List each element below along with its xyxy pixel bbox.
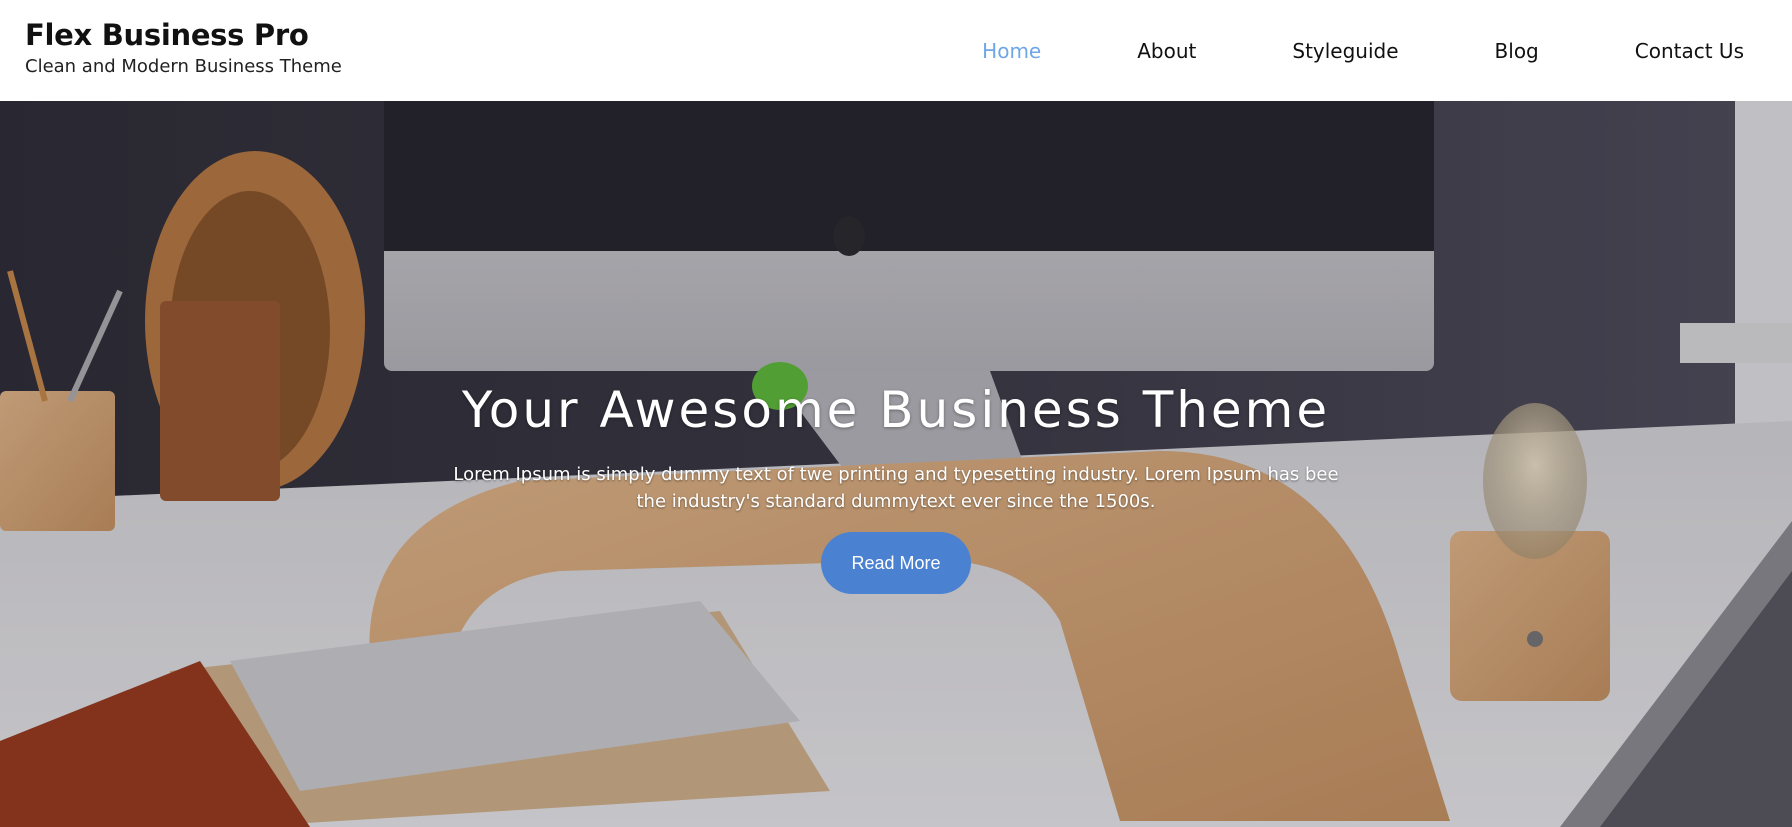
hero-description: Lorem Ipsum is simply dummy text of twe …	[453, 464, 1339, 512]
nav-item-contact-us[interactable]: Contact Us	[1587, 39, 1762, 63]
nav-item-home[interactable]: Home	[934, 39, 1089, 63]
nav-item-styleguide[interactable]: Styleguide	[1244, 39, 1446, 63]
nav-item-about[interactable]: About	[1089, 39, 1244, 63]
site-title[interactable]: Flex Business Pro	[25, 18, 342, 53]
hero-banner: Your Awesome Business Theme Lorem Ipsum …	[0, 101, 1792, 827]
hero-content: Your Awesome Business Theme Lorem Ipsum …	[0, 381, 1792, 594]
read-more-button[interactable]: Read More	[821, 532, 971, 594]
main-navigation: Home About Styleguide Blog Contact Us	[934, 0, 1762, 101]
site-header: Flex Business Pro Clean and Modern Busin…	[0, 0, 1792, 101]
hero-title: Your Awesome Business Theme	[461, 381, 1331, 439]
site-branding: Flex Business Pro Clean and Modern Busin…	[25, 18, 342, 78]
nav-item-blog[interactable]: Blog	[1447, 39, 1587, 63]
site-tagline: Clean and Modern Business Theme	[25, 55, 342, 77]
